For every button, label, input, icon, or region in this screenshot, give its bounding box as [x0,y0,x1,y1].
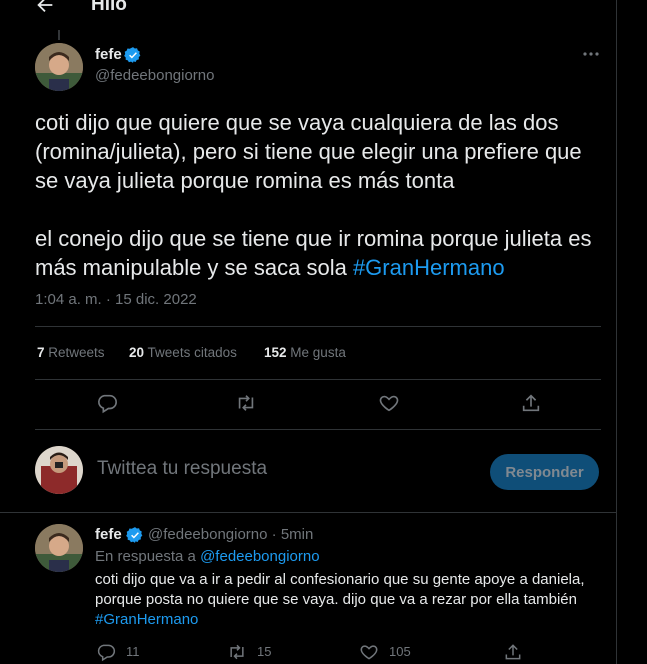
divider [35,379,601,380]
reply-share-action[interactable] [503,642,523,662]
in-reply-to-link[interactable]: @fedeebongiorno [200,548,320,565]
reply-text-line: porque posta no quiere que se vaya. dijo… [95,591,577,608]
divider [0,512,617,513]
tweet-paragraph-text: el conejo dijo que se tiene que ir romin… [35,226,592,280]
hashtag-link[interactable]: #GranHermano [95,610,600,630]
thread-header: Hilo [0,0,617,22]
hashtag-link[interactable]: #GranHermano [353,255,505,280]
thread-connector-line [58,30,60,40]
reply-icon[interactable] [96,392,118,414]
reply-tweet-text: coti dijo que va a ir a pedir al confesi… [95,570,600,630]
tweet-paragraph: el conejo dijo que se tiene que ir romin… [35,224,605,282]
more-options-icon[interactable] [580,47,602,61]
thread-column: Hilo fefe @fedeebongiorno coti dijo que … [0,0,617,664]
verified-badge-icon [126,527,143,543]
quote-tweets-stat[interactable]: 20 Tweets citados [129,345,237,360]
reply-like-action[interactable]: 105 [359,642,411,662]
user-avatar[interactable] [35,446,83,494]
back-arrow-icon[interactable] [34,0,56,16]
divider [35,429,601,430]
reply-author-avatar[interactable] [35,524,83,572]
verified-badge-icon [124,47,141,63]
author-avatar[interactable] [35,43,83,91]
divider [35,326,601,327]
reply-author-handle[interactable]: @fedeebongiorno · 5min [148,526,313,543]
reply-retweet-action[interactable]: 15 [227,642,271,662]
tweet-text: coti dijo que quiere que se vaya cualqui… [35,108,605,282]
reply-author-name[interactable]: fefe [95,526,122,543]
in-reply-to: En respuesta a @fedeebongiorno [95,548,320,565]
reply-input[interactable]: Twittea tu respuesta [97,458,267,480]
page-title: Hilo [91,0,127,15]
like-heart-icon[interactable] [378,392,400,414]
retweet-count: 15 [257,644,272,659]
likes-stat[interactable]: 152 Me gusta [264,345,346,360]
reply-text-line: coti dijo que va a ir a pedir al confesi… [95,571,585,588]
share-icon[interactable] [520,392,542,414]
retweet-icon[interactable] [227,642,247,662]
retweets-stat[interactable]: 7 Retweets [37,345,105,360]
tweet-paragraph: coti dijo que quiere que se vaya cualqui… [35,110,582,193]
like-heart-icon[interactable] [359,642,379,662]
reply-button[interactable]: Responder [490,454,599,490]
reply-icon[interactable] [96,642,116,662]
tweet-timestamp[interactable]: 1:04 a. m. · 15 dic. 2022 [35,291,197,308]
author-name[interactable]: fefe [95,46,122,63]
author-handle[interactable]: @fedeebongiorno [95,67,215,84]
like-count: 105 [389,644,411,659]
reply-count: 11 [126,644,140,659]
retweet-icon[interactable] [235,392,257,414]
share-icon[interactable] [503,642,523,662]
reply-reply-action[interactable]: 11 [96,642,140,662]
